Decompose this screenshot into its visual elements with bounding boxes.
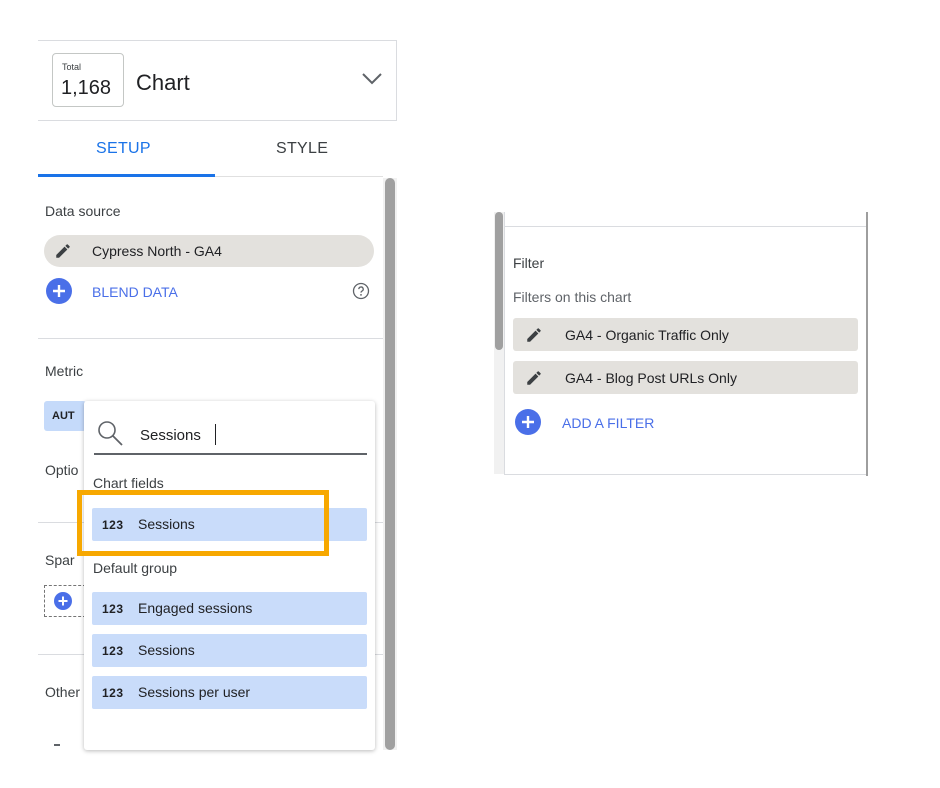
filter-panel-divider	[504, 226, 866, 227]
data-source-chip[interactable]: Cypress North - GA4	[44, 235, 374, 267]
group-label-default: Default group	[93, 560, 178, 576]
field-option-engaged-sessions[interactable]: 123 Engaged sessions	[92, 592, 367, 625]
blend-plus-icon[interactable]	[46, 278, 72, 304]
optional-metrics-label: Optio	[45, 462, 79, 478]
chevron-down-icon[interactable]	[358, 68, 386, 90]
field-option-label: Engaged sessions	[138, 600, 253, 616]
section-divider	[38, 338, 383, 339]
filters-subtitle: Filters on this chart	[513, 289, 632, 305]
group-label-chart-fields: Chart fields	[93, 475, 164, 491]
scorecard-icon-value: 1,168	[61, 77, 112, 99]
highlight-box	[77, 490, 329, 556]
search-input-underline	[94, 453, 367, 455]
field-option-sessions-per-user[interactable]: 123 Sessions per user	[92, 676, 367, 709]
filter-panel-left-border	[504, 212, 505, 474]
filter-name: GA4 - Organic Traffic Only	[565, 327, 729, 343]
other-section-label: Other	[45, 684, 81, 700]
filter-scrollbar-thumb[interactable]	[495, 212, 503, 350]
panel-top-border	[38, 40, 397, 41]
pencil-icon[interactable]	[525, 326, 543, 344]
tab-style[interactable]: STYLE	[276, 140, 328, 158]
blend-data-button[interactable]: BLEND DATA	[92, 284, 178, 300]
number-type-icon: 123	[102, 602, 124, 616]
help-icon[interactable]	[352, 282, 370, 300]
filter-panel-bottom-border	[504, 474, 866, 475]
header-divider	[38, 120, 397, 121]
field-option-sessions-default[interactable]: 123 Sessions	[92, 634, 367, 667]
sparkline-label: Spar	[45, 552, 75, 568]
metric-chip[interactable]: AUT	[44, 401, 86, 431]
active-tab-indicator	[38, 174, 215, 177]
filter-chip-organic-traffic[interactable]: GA4 - Organic Traffic Only	[513, 318, 858, 351]
field-option-label: Sessions	[138, 642, 195, 658]
number-type-icon: 123	[102, 644, 124, 658]
scorecard-chart-icon[interactable]: Total 1,168	[52, 53, 124, 107]
add-sparkline-plus-icon[interactable]	[54, 592, 72, 610]
tab-setup[interactable]: SETUP	[96, 140, 151, 158]
add-filter-button[interactable]: ADD A FILTER	[562, 415, 654, 431]
panel-right-border	[396, 40, 397, 120]
search-icon	[98, 421, 123, 446]
data-source-label: Data source	[45, 203, 121, 219]
metric-label: Metric	[45, 363, 84, 379]
pencil-icon[interactable]	[54, 242, 72, 260]
filter-name: GA4 - Blog Post URLs Only	[565, 370, 737, 386]
chart-type-title: Chart	[136, 70, 190, 95]
scorecard-icon-label: Total	[62, 62, 82, 72]
panel-scrollbar-thumb[interactable]	[385, 178, 395, 750]
add-filter-plus-icon[interactable]	[515, 409, 541, 435]
partial-icon	[54, 744, 60, 746]
filter-panel-right-border	[866, 212, 868, 476]
filter-section-title: Filter	[513, 255, 545, 271]
text-cursor	[215, 424, 216, 445]
pencil-icon[interactable]	[525, 369, 543, 387]
field-search-input[interactable]: Sessions	[140, 427, 201, 444]
filter-chip-blog-post-urls[interactable]: GA4 - Blog Post URLs Only	[513, 361, 858, 394]
metric-chip-label: AUT	[52, 410, 75, 422]
data-source-name: Cypress North - GA4	[92, 243, 222, 259]
number-type-icon: 123	[102, 686, 124, 700]
field-option-label: Sessions per user	[138, 684, 251, 700]
